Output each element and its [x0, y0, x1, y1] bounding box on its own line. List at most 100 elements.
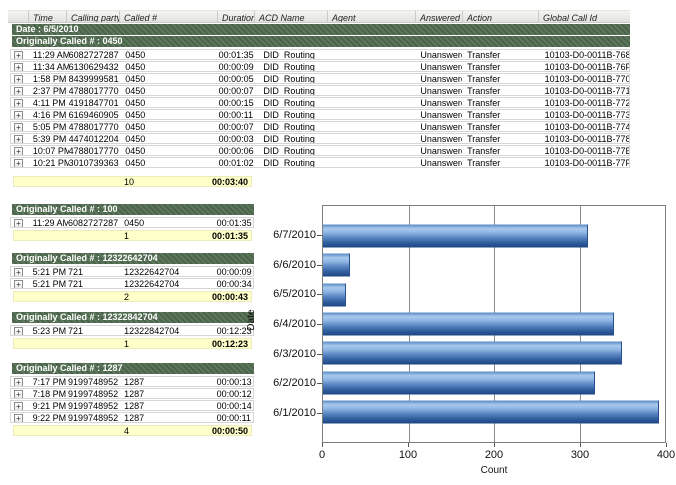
expand-plus-icon[interactable]: +: [14, 327, 23, 335]
cell-calling-party: 9199748952: [68, 377, 120, 386]
expand-cell: +: [11, 326, 31, 335]
table-row: +9:22 PM9199748952128700:00:11: [10, 412, 254, 423]
column-header-called-[interactable]: Called #: [119, 11, 217, 22]
column-header-answered[interactable]: Answered: [415, 11, 462, 22]
cell-calling-party: 6082727287: [68, 218, 120, 227]
cell-time: 10:21 PM: [31, 158, 69, 167]
cell-calling-party: 4788017770: [69, 86, 122, 95]
expand-plus-icon[interactable]: +: [14, 51, 23, 59]
column-header-calling-party-[interactable]: Calling party #: [66, 11, 119, 22]
cell-time: 11:29 AM: [31, 50, 69, 59]
cell-calling-party: 6130629432: [69, 62, 122, 71]
cell-called-number: 0450: [121, 86, 218, 95]
table-row: +11:29 AM6082727287045000:01:35: [10, 217, 254, 228]
cell-called-number: 12322842704: [120, 326, 216, 335]
column-header-agent[interactable]: Agent: [327, 11, 415, 22]
cell-calling-party: 721: [68, 279, 120, 288]
cell-global-call-id: 10103-D0-0011B-778: [538, 134, 629, 143]
table-row: +10:21 PM3010739363045000:01:02DID_Routi…: [10, 157, 630, 168]
cell-calling-party: 721: [68, 267, 120, 276]
summary-count: 10: [124, 178, 134, 186]
expand-plus-icon[interactable]: +: [14, 268, 23, 276]
cell-called-number: 1287: [120, 377, 216, 386]
section-rows: +5:21 PM7211232264270400:00:09+5:21 PM72…: [8, 266, 254, 289]
group-header-label: Originally Called # : 100: [16, 204, 118, 214]
table-row: +10:07 PM4788017770045000:00:06DID_Routi…: [10, 145, 630, 156]
expand-cell: +: [11, 218, 31, 227]
cell-agent: [328, 158, 415, 167]
cell-acd-name: DID_Routing: [255, 62, 328, 71]
group-summary-row: 200:00:43: [13, 291, 252, 302]
cell-acd-name: DID_Routing: [255, 110, 328, 119]
cell-global-call-id: 10103-D0-0011B-76F: [538, 62, 629, 71]
column-header-acd-name[interactable]: ACD Name: [254, 11, 327, 22]
cell-calling-party: 6082727287: [69, 50, 122, 59]
main-group-rows: +11:29 AM6082727287 0450 00:01:35 DID_Routi…: [8, 49, 630, 168]
cell-acd-name: DID_Routing: [255, 158, 328, 167]
cell-called-number: 0450: [121, 122, 218, 131]
expand-plus-icon[interactable]: +: [14, 111, 23, 119]
cell-global-call-id: 10103-D0-0011B-772: [538, 98, 629, 107]
cell-duration: 00:00:11: [219, 110, 256, 119]
cell-global-call-id: 10103-D0-0011B-77E: [538, 146, 629, 155]
cell-calling-party: 9199748952: [68, 413, 120, 422]
cell-time: 1:58 PM: [31, 74, 69, 83]
cell-calling-party: 6169460905: [69, 110, 122, 119]
cell-duration: 00:01:35: [219, 50, 256, 59]
expand-plus-icon[interactable]: +: [14, 123, 23, 131]
cell-acd-name: DID_Routing: [255, 122, 328, 131]
cell-time: 2:37 PM: [31, 86, 69, 95]
expand-cell: +: [11, 401, 31, 410]
cell-action: Transfer: [462, 146, 538, 155]
expand-plus-icon[interactable]: +: [14, 402, 23, 410]
cell-called-number: 1287: [120, 401, 216, 410]
cell-time: 7:18 PM: [31, 389, 68, 398]
cell-answered: Unanswered: [415, 134, 462, 143]
expand-cell: +: [11, 110, 31, 119]
expand-plus-icon[interactable]: +: [14, 135, 23, 143]
expand-plus-icon[interactable]: +: [14, 147, 23, 155]
table-row: +7:18 PM9199748952128700:00:12: [10, 388, 254, 399]
cell-acd-name: DID_Routing: [255, 86, 328, 95]
column-header-action[interactable]: Action: [462, 11, 538, 22]
column-header-duration[interactable]: Duration: [217, 11, 254, 22]
expand-cell: +: [11, 158, 31, 167]
cell-time: 5:05 PM: [31, 122, 69, 131]
expand-plus-icon[interactable]: +: [14, 219, 23, 227]
column-header-global-call-id[interactable]: Global Call Id: [538, 11, 630, 22]
expand-cell: +: [11, 98, 31, 107]
expand-plus-icon[interactable]: +: [14, 99, 23, 107]
cell-calling-party: 4474012204: [69, 134, 122, 143]
expand-plus-icon[interactable]: +: [14, 159, 23, 167]
expand-plus-icon[interactable]: +: [14, 75, 23, 83]
cell-global-call-id: 10103-D0-0011B-774: [538, 122, 629, 131]
summary-duration: 00:01:35: [212, 232, 248, 240]
summary-count: 2: [124, 293, 129, 301]
cell-time: 5:21 PM: [31, 267, 68, 276]
group-header: Originally Called # : 100: [12, 204, 254, 215]
column-header-time[interactable]: Time: [28, 11, 66, 22]
cell-action: Transfer: [462, 134, 538, 143]
group-header: Originally Called # : 12322842704: [12, 312, 254, 323]
table-row: +4:11 PM4191847701045000:00:15DID_Routin…: [10, 97, 630, 108]
group-sections: Originally Called # : 100 +11:29 AM608272…: [8, 204, 630, 436]
cell-time: 9:21 PM: [31, 401, 68, 410]
cell-agent: [328, 62, 415, 71]
expand-cell: +: [11, 389, 31, 398]
x-axis-title: Count: [322, 465, 666, 476]
cell-duration: 00:00:13: [217, 377, 253, 386]
cell-duration: 00:00:09: [219, 62, 256, 71]
expand-cell: +: [11, 122, 31, 131]
section-rows: +7:17 PM9199748952128700:00:13+7:18 PM91…: [8, 376, 254, 423]
expand-plus-icon[interactable]: +: [14, 87, 23, 95]
expand-plus-icon[interactable]: +: [14, 390, 23, 398]
expand-plus-icon[interactable]: +: [14, 63, 23, 71]
expand-cell: +: [11, 134, 31, 143]
expand-plus-icon[interactable]: +: [14, 414, 23, 422]
expand-plus-icon[interactable]: +: [14, 280, 23, 288]
expand-cell: +: [11, 50, 31, 59]
expand-cell: +: [11, 74, 31, 83]
expand-plus-icon[interactable]: +: [14, 378, 23, 386]
cell-global-call-id: 10103-D0-0011B-770: [538, 74, 629, 83]
cell-agent: [328, 122, 415, 131]
